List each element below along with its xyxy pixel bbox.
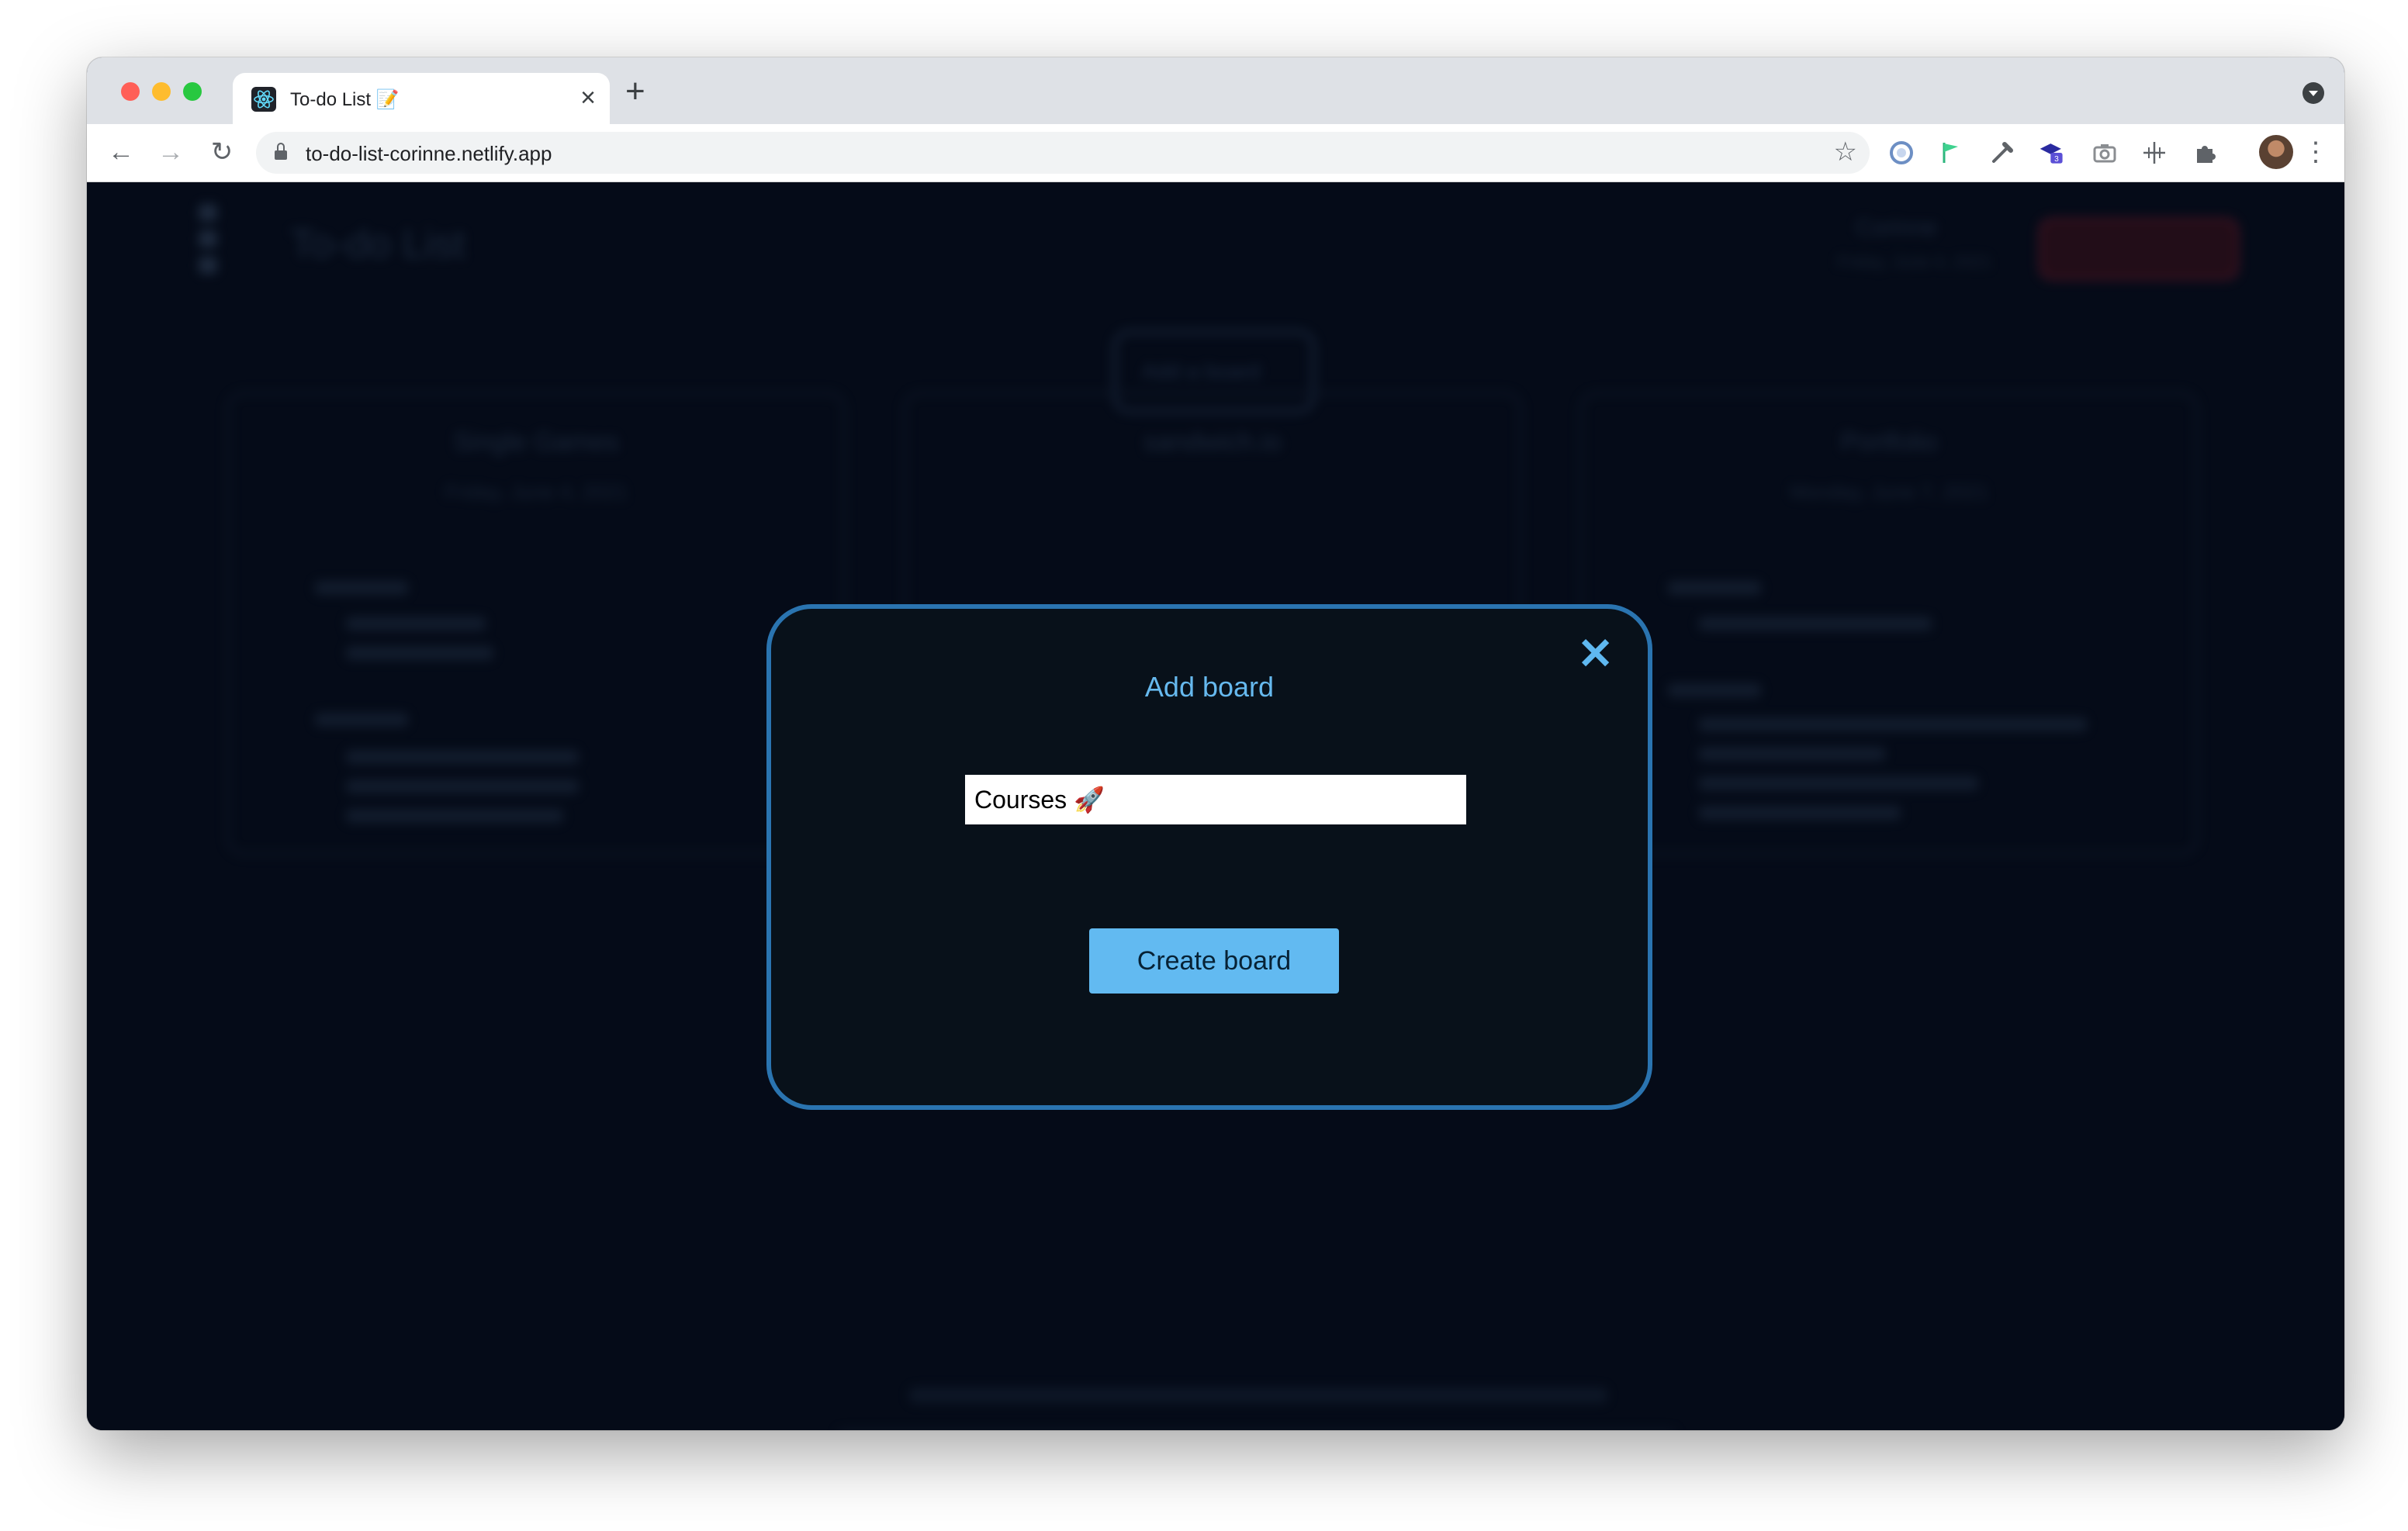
browser-toolbar: ← → ↻ to-do-list-corinne.netlify.app ☆ 3 — [87, 124, 2344, 182]
tab-todo-list[interactable]: To-do List 📝 × — [233, 73, 610, 124]
back-button[interactable]: ← — [104, 135, 138, 169]
extension-ring-icon[interactable] — [1888, 140, 1915, 166]
react-icon — [251, 87, 276, 112]
graduation-cap-icon[interactable]: 3 — [2039, 140, 2065, 166]
board-card: Single Games Friday, June 4, 2021 — [227, 392, 846, 855]
app-logo-icon — [199, 204, 222, 282]
measure-icon[interactable] — [2141, 140, 2168, 166]
add-board-label: Add a board — [1142, 359, 1261, 383]
extension-flag-icon[interactable] — [1938, 140, 1964, 166]
extensions-puzzle-icon[interactable] — [2192, 140, 2219, 166]
profile-avatar[interactable] — [2259, 135, 2293, 169]
board-card: Portfolio Monday, June 7, 2021 — [1579, 392, 2199, 855]
footer-note — [838, 1429, 1676, 1430]
board-title: sandwich.io — [1143, 427, 1282, 457]
forward-button[interactable]: → — [154, 135, 188, 169]
board-name-input[interactable] — [965, 775, 1466, 824]
address-bar[interactable]: to-do-list-corinne.netlify.app ☆ — [256, 132, 1870, 174]
board-title: Portfolio — [1840, 427, 1938, 457]
modal-title: Add board — [1144, 671, 1275, 703]
close-icon[interactable]: ✕ — [1577, 631, 1614, 677]
reload-button[interactable]: ↻ — [205, 135, 239, 169]
camera-icon[interactable] — [2091, 140, 2118, 166]
footer-credit — [909, 1388, 1607, 1403]
user-name: Corinne — [1856, 215, 1938, 240]
create-board-button[interactable]: Create board — [1089, 928, 1339, 994]
board-date: Monday, June 7, 2021 — [1790, 480, 1988, 503]
lock-icon — [275, 143, 287, 160]
bookmark-star-icon[interactable]: ☆ — [1834, 137, 1857, 168]
browser-menu-icon[interactable]: ⋮ — [2302, 135, 2329, 169]
minimize-window-button[interactable] — [152, 82, 171, 101]
tab-strip: To-do List 📝 × + — [87, 57, 2344, 124]
tab-title: To-do List 📝 — [290, 89, 400, 110]
app-title: To-do List — [290, 222, 465, 267]
eyedropper-icon[interactable] — [1989, 140, 2015, 166]
board-title: Single Games — [453, 427, 619, 457]
maximize-window-button[interactable] — [183, 82, 202, 101]
tab-close-icon[interactable]: × — [580, 82, 596, 113]
board-date: Friday, June 4, 2021 — [445, 480, 628, 503]
new-tab-button[interactable]: + — [625, 74, 645, 109]
url-text: to-do-list-corinne.netlify.app — [306, 142, 552, 165]
tab-search-icon[interactable] — [2302, 82, 2324, 104]
logout-button[interactable] — [2039, 218, 2239, 280]
user-date: Friday, June 4, 2021 — [1837, 252, 1991, 271]
add-board-modal: ✕ Add board Create board — [766, 604, 1652, 1110]
browser-window: To-do List 📝 × + ← → ↻ to-do-list-corinn… — [87, 57, 2344, 1430]
extension-badge: 3 — [2054, 155, 2059, 164]
close-window-button[interactable] — [121, 82, 140, 101]
page-content: To-do List Corinne Friday, June 4, 2021 … — [87, 182, 2344, 1430]
